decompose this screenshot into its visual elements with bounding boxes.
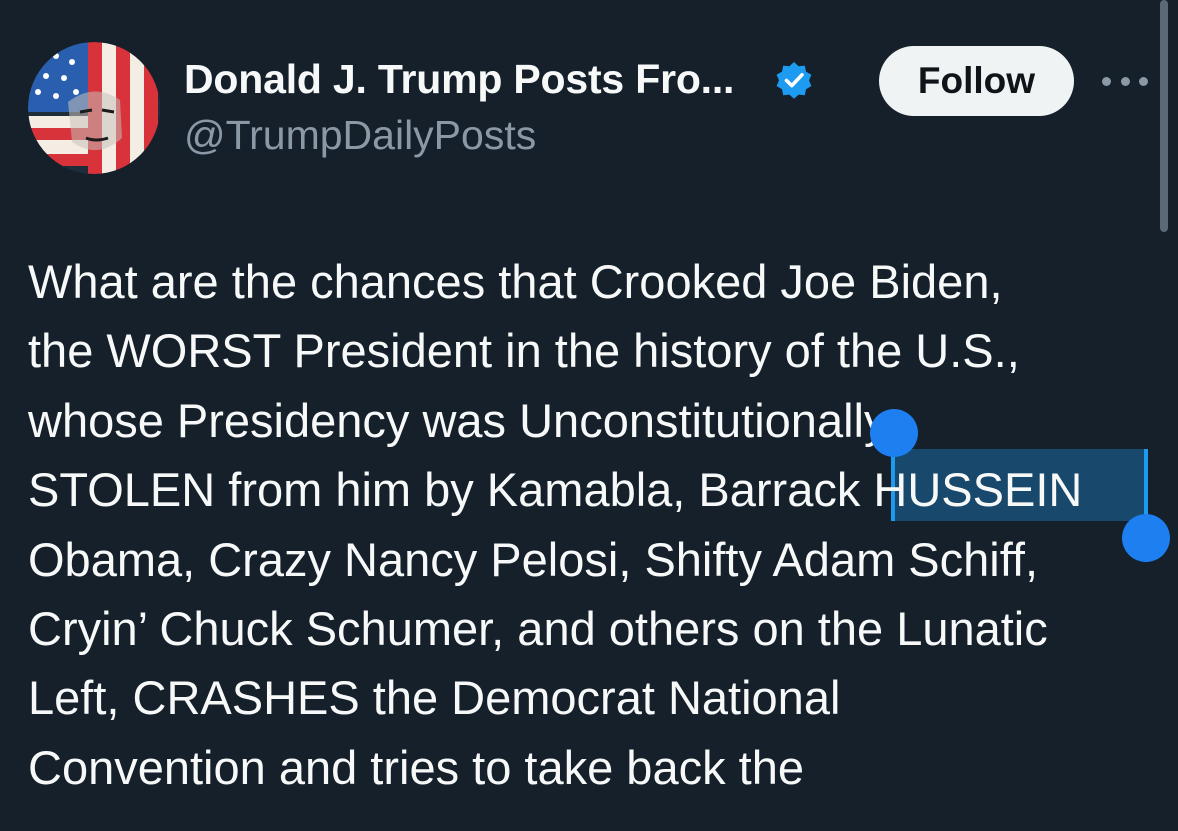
post-text-line: Convention and tries to take back the bbox=[28, 740, 804, 794]
post-text-line: Cryin’ Chuck Schumer, and others on the … bbox=[28, 601, 1048, 655]
post-text-line: STOLEN from him by Kamabla, Barrack HUSS… bbox=[28, 463, 1083, 517]
avatar[interactable] bbox=[28, 42, 160, 174]
avatar-image bbox=[28, 42, 160, 174]
more-horizontal-icon[interactable] bbox=[1102, 72, 1148, 90]
post-text-line: Left, CRASHES the Democrat National bbox=[28, 671, 841, 725]
post-text-line: What are the chances that Crooked Joe Bi… bbox=[28, 255, 1003, 308]
dot bbox=[1139, 76, 1148, 86]
post-text[interactable]: What are the chances that Crooked Joe Bi… bbox=[28, 247, 1158, 802]
verified-badge-icon[interactable] bbox=[774, 60, 814, 100]
post-text-line: Obama, Crazy Nancy Pelosi, Shifty Adam S… bbox=[28, 532, 1039, 586]
dot bbox=[1120, 76, 1130, 86]
display-name[interactable]: Donald J. Trump Posts Fro... bbox=[184, 56, 734, 103]
dot bbox=[1102, 76, 1111, 86]
post-view: Donald J. Trump Posts Fro... @TrumpDaily… bbox=[0, 0, 1178, 831]
selection-handle-end[interactable] bbox=[1122, 514, 1170, 562]
scrollbar[interactable] bbox=[1160, 0, 1168, 232]
follow-button[interactable]: Follow bbox=[879, 46, 1074, 116]
post-text-line: the WORST President in the history of th… bbox=[28, 324, 1020, 378]
selection-handle-start[interactable] bbox=[870, 409, 918, 457]
post-text-line: whose Presidency was Unconstitutionally bbox=[28, 393, 888, 447]
user-handle[interactable]: @TrumpDailyPosts bbox=[184, 112, 536, 159]
